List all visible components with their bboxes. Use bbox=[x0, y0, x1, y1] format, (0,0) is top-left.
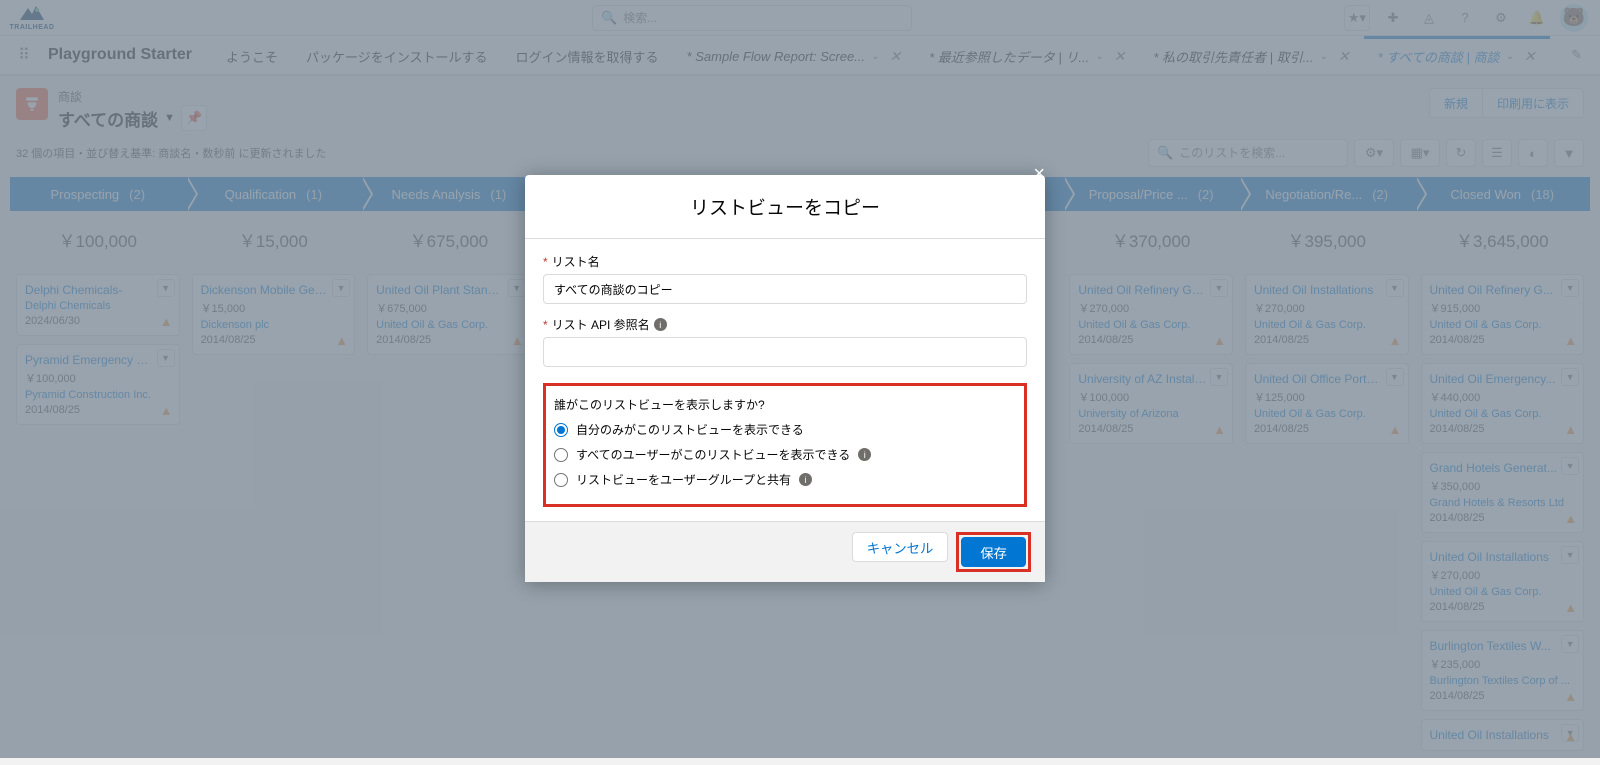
save-button[interactable]: 保存 bbox=[961, 537, 1026, 567]
radio-share-groups[interactable] bbox=[554, 473, 568, 487]
api-name-input[interactable] bbox=[543, 337, 1027, 367]
info-icon[interactable]: i bbox=[654, 318, 667, 331]
api-name-label: リスト API 参照名 bbox=[552, 316, 650, 333]
modal-title: リストビューをコピー bbox=[525, 175, 1045, 239]
list-name-input[interactable] bbox=[543, 274, 1027, 304]
list-name-label: リスト名 bbox=[552, 253, 600, 270]
close-icon[interactable]: × bbox=[1033, 163, 1045, 186]
info-icon[interactable]: i bbox=[858, 448, 871, 461]
cancel-button[interactable]: キャンセル bbox=[852, 532, 949, 562]
radio-only-me[interactable] bbox=[554, 423, 568, 437]
visibility-label: 誰がこのリストビューを表示しますか? bbox=[554, 396, 1016, 413]
info-icon[interactable]: i bbox=[799, 473, 812, 486]
copy-listview-modal: × リストビューをコピー *リスト名 *リスト API 参照名i 誰がこのリスト… bbox=[525, 175, 1045, 582]
radio-all-users[interactable] bbox=[554, 448, 568, 462]
visibility-radio-group: 誰がこのリストビューを表示しますか? 自分のみがこのリストビューを表示できる す… bbox=[543, 383, 1027, 507]
